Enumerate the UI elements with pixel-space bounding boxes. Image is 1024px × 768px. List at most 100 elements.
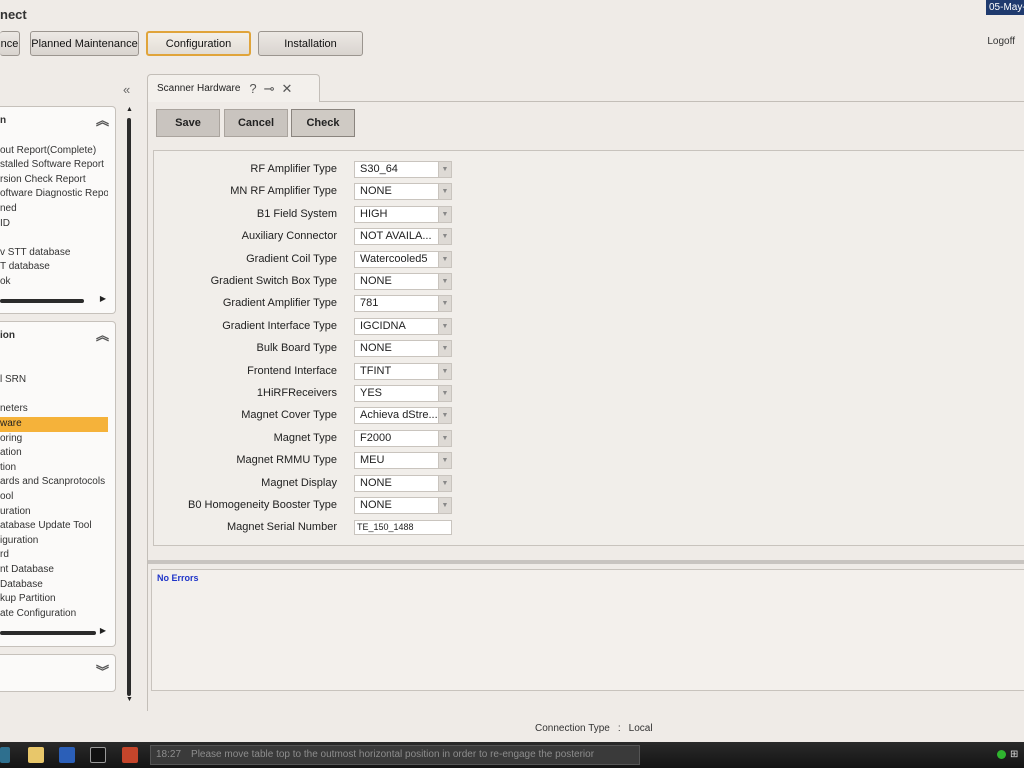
chevron-up-icon[interactable]: ︽: [96, 110, 109, 129]
tool-item[interactable]: Database: [0, 578, 108, 593]
tab-maintenance[interactable]: nce: [0, 31, 20, 56]
field-select[interactable]: MEU ▼: [354, 452, 452, 470]
tool-item[interactable]: v STT database: [0, 246, 108, 261]
scrollbar-thumb[interactable]: [0, 299, 84, 303]
scrollbar-thumb[interactable]: [0, 631, 96, 635]
network-app-icon[interactable]: [59, 747, 75, 763]
tool-item[interactable]: ards and Scanprotocols: [0, 475, 108, 490]
dropdown-arrow-icon[interactable]: ▼: [438, 206, 451, 222]
field-select[interactable]: F2000 ▼: [354, 429, 452, 447]
scroll-up-icon[interactable]: ▲: [126, 106, 133, 113]
left-panel-vertical-scrollbar[interactable]: ▲ ▼: [126, 106, 133, 706]
tool-item[interactable]: neters: [0, 402, 108, 417]
scroll-right-icon[interactable]: ▶: [100, 626, 106, 635]
tool-item[interactable]: T database: [0, 260, 108, 275]
group-header[interactable]: ion ︽: [0, 322, 115, 344]
group-header[interactable]: n ︽: [0, 107, 115, 129]
tool-item[interactable]: ned: [0, 202, 108, 217]
collapse-left-panel-icon[interactable]: «: [123, 82, 130, 97]
scroll-down-icon[interactable]: ▼: [126, 696, 133, 703]
tool-item[interactable]: ool: [0, 490, 108, 505]
magnet-serial-input[interactable]: TE_150_1488: [354, 520, 452, 536]
scroll-right-icon[interactable]: ▶: [100, 294, 106, 303]
pin-icon[interactable]: ⊸: [264, 81, 275, 97]
tool-item[interactable]: l SRN: [0, 373, 108, 388]
group-header[interactable]: ︾: [0, 655, 115, 680]
field-select[interactable]: NONE ▼: [354, 474, 452, 492]
tool-item[interactable]: ation: [0, 446, 108, 461]
field-select[interactable]: HIGH ▼: [354, 205, 452, 223]
tool-item[interactable]: ware: [0, 416, 108, 432]
tool-item[interactable]: [0, 388, 108, 403]
save-button[interactable]: Save: [156, 109, 220, 137]
close-icon[interactable]: ✕: [282, 81, 293, 97]
tool-item[interactable]: kup Partition: [0, 592, 108, 607]
field-select[interactable]: NONE ▼: [354, 340, 452, 358]
dropdown-arrow-icon[interactable]: ▼: [438, 296, 451, 312]
field-select[interactable]: 781 ▼: [354, 295, 452, 313]
tool-item[interactable]: tion: [0, 461, 108, 476]
tool-item[interactable]: out Report(Complete): [0, 144, 108, 159]
dropdown-arrow-icon[interactable]: ▼: [438, 274, 451, 289]
field-select[interactable]: YES ▼: [354, 385, 452, 402]
horizontal-scrollbar[interactable]: ▶: [0, 626, 108, 637]
panel-splitter[interactable]: [148, 560, 1024, 564]
dropdown-arrow-icon[interactable]: ▼: [438, 363, 451, 379]
dropdown-arrow-icon[interactable]: ▼: [438, 251, 451, 267]
dropdown-arrow-icon[interactable]: ▼: [438, 386, 451, 401]
tab-planned-maintenance[interactable]: Planned Maintenance: [30, 31, 139, 56]
tool-item[interactable]: [0, 129, 108, 144]
dropdown-arrow-icon[interactable]: ▼: [438, 341, 451, 357]
chevron-up-icon[interactable]: ︽: [96, 325, 109, 344]
chevron-down-icon[interactable]: ︾: [96, 661, 109, 680]
tool-group-collapsed[interactable]: ︾: [0, 654, 116, 692]
tab-scanner-hardware[interactable]: Scanner Hardware ? ⊸ ✕: [147, 74, 320, 102]
check-button[interactable]: Check: [291, 109, 355, 137]
tool-item[interactable]: rsion Check Report: [0, 173, 108, 188]
tool-item[interactable]: [0, 231, 108, 246]
dropdown-arrow-icon[interactable]: ▼: [438, 408, 451, 424]
dropdown-arrow-icon[interactable]: ▼: [438, 162, 451, 177]
tool-item[interactable]: ID: [0, 217, 108, 232]
dropdown-arrow-icon[interactable]: ▼: [438, 430, 451, 446]
tool-item[interactable]: ate Configuration: [0, 607, 108, 622]
tool-item[interactable]: [0, 344, 108, 359]
tool-item[interactable]: [0, 359, 108, 374]
folder-icon[interactable]: [28, 747, 44, 763]
field-select[interactable]: NONE ▼: [354, 273, 452, 290]
cancel-button[interactable]: Cancel: [224, 109, 288, 137]
terminal-icon[interactable]: [90, 747, 106, 763]
tool-item[interactable]: rd: [0, 548, 108, 563]
field-select[interactable]: NONE ▼: [354, 497, 452, 514]
scrollbar-thumb[interactable]: [127, 118, 131, 696]
dropdown-arrow-icon[interactable]: ▼: [438, 453, 451, 469]
tool-item[interactable]: oftware Diagnostic Repo: [0, 187, 108, 202]
tool-item[interactable]: iguration: [0, 534, 108, 549]
field-select[interactable]: Achieva dStre... ▼: [354, 407, 452, 425]
field-select[interactable]: IGCIDNA ▼: [354, 317, 452, 335]
field-select[interactable]: S30_64 ▼: [354, 161, 452, 178]
tab-installation[interactable]: Installation: [258, 31, 363, 56]
help-icon[interactable]: ?: [249, 81, 256, 96]
dropdown-arrow-icon[interactable]: ▼: [438, 229, 451, 245]
tool-item[interactable]: stalled Software Report: [0, 158, 108, 173]
horizontal-scrollbar[interactable]: ▶: [0, 294, 108, 305]
tool-item[interactable]: nt Database: [0, 563, 108, 578]
status-ok-icon[interactable]: [997, 750, 1006, 759]
tool-item[interactable]: atabase Update Tool: [0, 519, 108, 534]
tab-configuration[interactable]: Configuration: [146, 31, 251, 56]
logoff-link[interactable]: Logoff: [987, 36, 1015, 47]
dropdown-arrow-icon[interactable]: ▼: [438, 318, 451, 334]
field-select[interactable]: NONE ▼: [354, 183, 452, 201]
network-tray-icon[interactable]: ⊞: [1010, 749, 1018, 760]
dropdown-arrow-icon[interactable]: ▼: [438, 498, 451, 513]
start-icon[interactable]: [0, 747, 10, 763]
dropdown-arrow-icon[interactable]: ▼: [438, 184, 451, 200]
field-select[interactable]: Watercooled5 ▼: [354, 250, 452, 268]
field-select[interactable]: NOT AVAILA... ▼: [354, 228, 452, 246]
app-icon[interactable]: [122, 747, 138, 763]
tool-item[interactable]: oring: [0, 432, 108, 447]
field-select[interactable]: TFINT ▼: [354, 362, 452, 380]
dropdown-arrow-icon[interactable]: ▼: [438, 475, 451, 491]
tool-item[interactable]: ok: [0, 275, 108, 290]
